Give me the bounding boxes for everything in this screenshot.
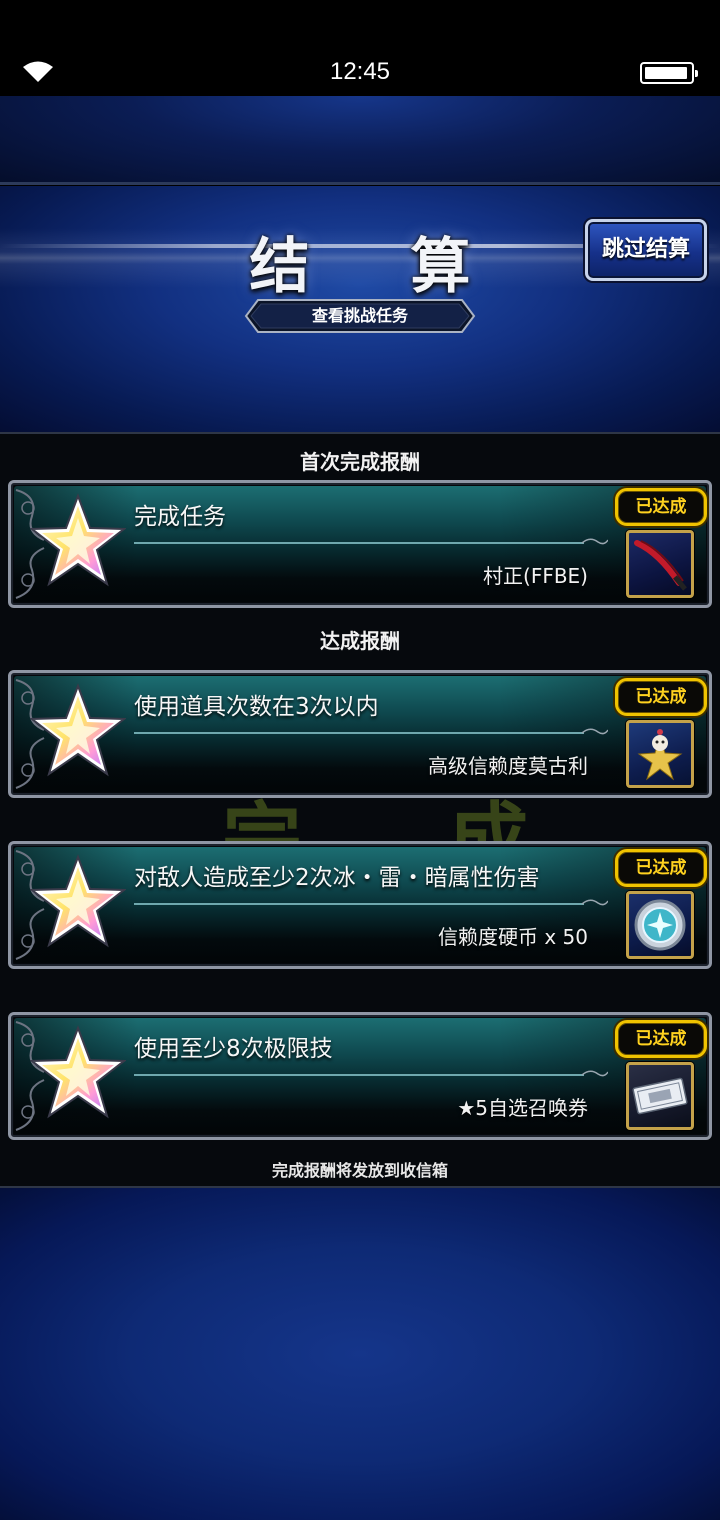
reward-card: 使用至少8次极限技 ★5自选召唤券 已达成 — [8, 1012, 712, 1140]
reward-card: 对敌人造成至少2次冰・雷・暗属性伤害 信赖度硬币 x 50 已达成 — [8, 841, 712, 969]
moogle-star-icon[interactable] — [626, 720, 694, 788]
view-missions-button[interactable]: 查看挑战任务 — [244, 298, 476, 334]
star-icon — [30, 854, 126, 948]
status-bar: 12:45 — [0, 0, 720, 96]
achieved-badge: 已达成 — [615, 678, 707, 716]
reward-name: 村正(FFBE) — [483, 564, 588, 588]
top-background — [0, 96, 720, 184]
divider-ornament — [134, 899, 608, 906]
achieved-badge: 已达成 — [615, 488, 707, 526]
summon-ticket-icon[interactable] — [626, 1062, 694, 1130]
divider-ornament — [134, 728, 608, 735]
reward-card: 完成任务 村正(FFBE) 已达成 — [8, 480, 712, 608]
star-icon — [30, 1025, 126, 1119]
view-missions-label: 查看挑战任务 — [311, 306, 408, 325]
katana-icon[interactable] — [626, 530, 694, 598]
achievement-section-title: 达成报酬 — [320, 629, 400, 653]
mission-title: 完成任务 — [134, 504, 226, 530]
skip-results-button[interactable]: 跳过结算 — [585, 219, 707, 281]
reward-card: 使用道具次数在3次以内 高级信赖度莫古利 已达成 — [8, 670, 712, 798]
clock: 12:45 — [329, 58, 391, 85]
reward-name: 高级信赖度莫古利 — [428, 754, 588, 778]
achieved-badge: 已达成 — [615, 1020, 707, 1058]
achieved-badge: 已达成 — [615, 849, 707, 887]
mission-title: 使用道具次数在3次以内 — [134, 694, 379, 720]
divider-ornament — [134, 1070, 608, 1077]
divider-ornament — [134, 538, 608, 545]
divider — [0, 182, 720, 185]
trust-coin-icon[interactable] — [626, 891, 694, 959]
first-clear-section-title: 首次完成报酬 — [300, 450, 420, 474]
bottom-background — [0, 1188, 720, 1520]
mission-title: 对敌人造成至少2次冰・雷・暗属性伤害 — [134, 865, 540, 891]
star-icon — [30, 493, 126, 587]
battery-icon — [640, 62, 698, 84]
reward-name: 信赖度硬币 x 50 — [438, 925, 588, 949]
mission-title: 使用至少8次极限技 — [134, 1036, 333, 1062]
reward-name: ★5自选召唤券 — [457, 1096, 588, 1120]
star-icon — [30, 683, 126, 777]
footer-note: 完成报酬将发放到收信箱 — [271, 1161, 448, 1180]
